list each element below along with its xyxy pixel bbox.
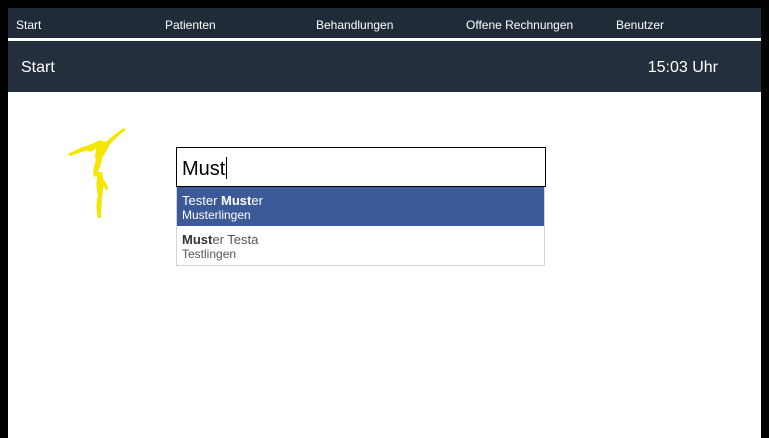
nav-item-benutzer[interactable]: Benutzer: [616, 18, 664, 32]
suggestion-location: Testlingen: [182, 247, 237, 261]
suggestion-item[interactable]: Muster Testa Testlingen: [177, 226, 544, 265]
nav-item-offene-rechnungen[interactable]: Offene Rechnungen: [466, 18, 573, 32]
search-input-value: Must: [182, 157, 228, 180]
suggestion-item[interactable]: Tester Muster Musterlingen: [177, 187, 544, 226]
clock-time: 15:03 Uhr: [647, 59, 718, 76]
patient-search-input[interactable]: Must: [176, 147, 546, 187]
suggestion-name: Muster Testa: [182, 232, 259, 247]
nav-item-start[interactable]: Start: [16, 18, 41, 32]
page-header: Start 15:03 Uhr: [8, 41, 761, 92]
suggestion-name: Tester Muster: [182, 193, 263, 208]
text-cursor: [226, 157, 228, 179]
top-navigation: Start Patienten Behandlungen Offene Rech…: [8, 8, 761, 38]
nav-item-patienten[interactable]: Patienten: [165, 18, 216, 32]
page-title: Start: [21, 59, 55, 76]
suggestion-location: Musterlingen: [182, 208, 251, 222]
autocomplete-dropdown: Tester Muster Musterlingen Muster Testa …: [176, 187, 545, 266]
nav-item-behandlungen[interactable]: Behandlungen: [316, 18, 393, 32]
dancer-logo-icon: [68, 128, 126, 218]
